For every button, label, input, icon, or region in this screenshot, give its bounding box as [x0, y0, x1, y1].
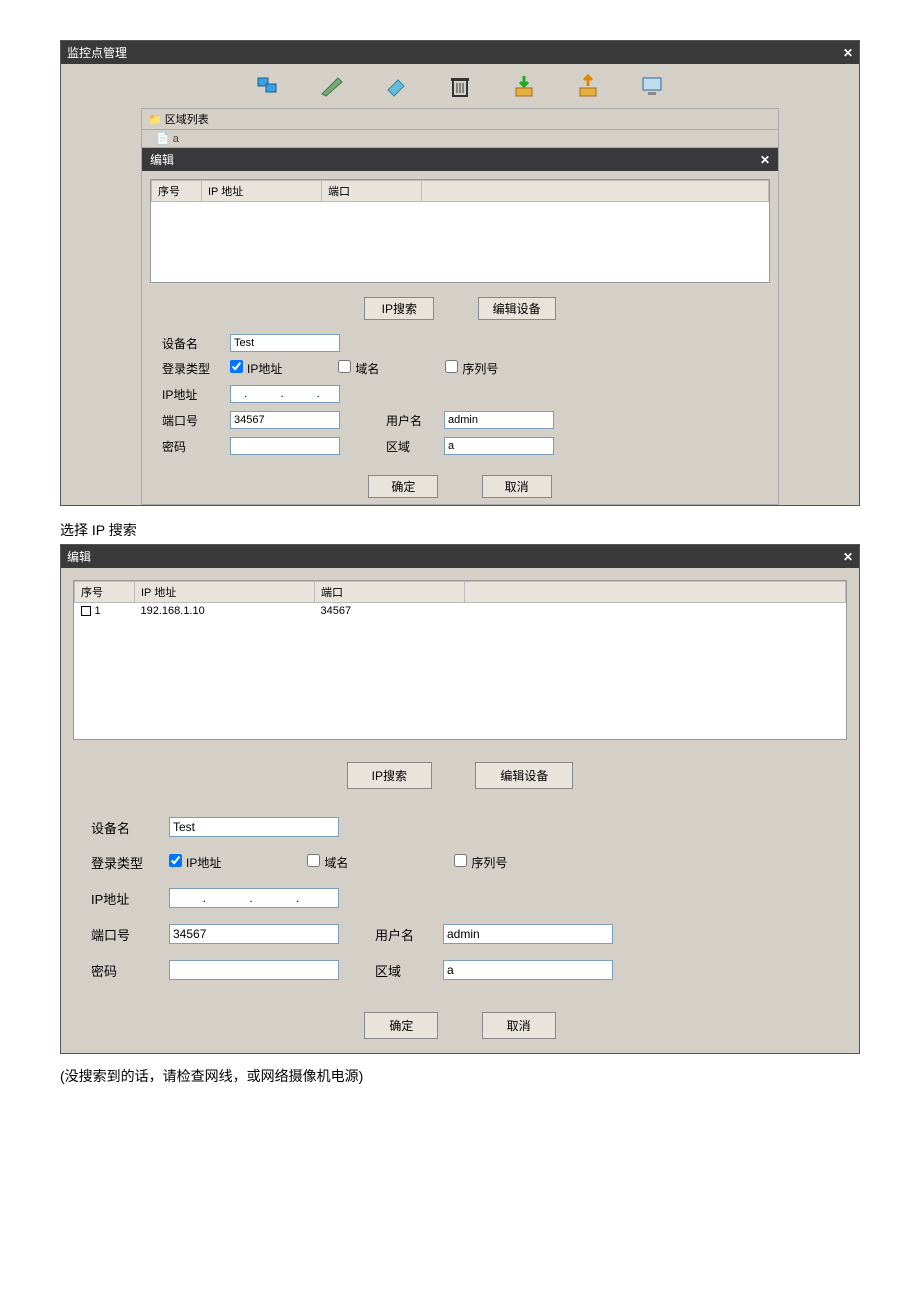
- ip-input[interactable]: [230, 385, 340, 403]
- chk-domain[interactable]: 域名: [307, 854, 348, 871]
- edit-icon[interactable]: [320, 74, 344, 98]
- label-port: 端口号: [91, 925, 161, 944]
- toolbar: [61, 64, 859, 108]
- user-input[interactable]: [443, 924, 613, 944]
- col-port[interactable]: 端口: [322, 181, 422, 202]
- col-port[interactable]: 端口: [315, 582, 465, 603]
- port-input[interactable]: [230, 411, 340, 429]
- label-ip: IP地址: [91, 889, 161, 908]
- device-form: 设备名 登录类型 IP地址 域名 序列号 IP地址 端口号 用户名: [142, 326, 778, 469]
- import-icon[interactable]: [512, 74, 536, 98]
- edit-window: 编辑 ✕ 序号 IP 地址 端口 1 192.168.1.10 34567 IP…: [60, 544, 860, 1054]
- pwd-input[interactable]: [169, 960, 339, 980]
- chk-serial[interactable]: 序列号: [454, 854, 507, 871]
- row-checkbox-icon[interactable]: [81, 606, 91, 616]
- close-icon[interactable]: ✕: [843, 550, 853, 564]
- col-ip[interactable]: IP 地址: [135, 582, 315, 603]
- edit-title: 编辑: [150, 151, 174, 168]
- pwd-input[interactable]: [230, 437, 340, 455]
- label-user: 用户名: [375, 925, 435, 944]
- ok-button[interactable]: 确定: [368, 475, 438, 498]
- window-title: 监控点管理: [67, 44, 127, 61]
- device-name-input[interactable]: [230, 334, 340, 352]
- col-ip[interactable]: IP 地址: [202, 181, 322, 202]
- grid-body[interactable]: [151, 202, 769, 282]
- ip-input[interactable]: [169, 888, 339, 908]
- label-logintype: 登录类型: [162, 360, 222, 377]
- titlebar: 编辑 ✕: [61, 545, 859, 568]
- edit-device-button[interactable]: 编辑设备: [475, 762, 573, 789]
- user-input[interactable]: [444, 411, 554, 429]
- device-grid: 序号 IP 地址 端口 1 192.168.1.10 34567: [73, 580, 847, 740]
- label-region: 区域: [375, 961, 435, 980]
- edit-device-button[interactable]: 编辑设备: [478, 297, 556, 320]
- table-row[interactable]: 1 192.168.1.10 34567: [75, 603, 846, 620]
- device-grid: 序号 IP 地址 端口: [150, 179, 770, 283]
- chk-ip[interactable]: IP地址: [169, 854, 221, 871]
- tree-node-a[interactable]: 📄 a: [142, 130, 778, 148]
- label-ip: IP地址: [162, 386, 222, 403]
- chk-ip[interactable]: IP地址: [230, 360, 282, 377]
- label-pwd: 密码: [91, 961, 161, 980]
- label-devname: 设备名: [162, 335, 222, 352]
- titlebar: 监控点管理 ✕: [61, 41, 859, 64]
- port-input[interactable]: [169, 924, 339, 944]
- grid-body[interactable]: [74, 619, 846, 739]
- export-icon[interactable]: [576, 74, 600, 98]
- trash-icon[interactable]: [448, 74, 472, 98]
- cancel-button[interactable]: 取消: [482, 475, 552, 498]
- caption-select-ip-search: 选择 IP 搜索: [60, 520, 860, 540]
- window-title: 编辑: [67, 548, 91, 565]
- col-seq[interactable]: 序号: [75, 582, 135, 603]
- ip-search-button[interactable]: IP搜索: [364, 297, 434, 320]
- label-region: 区域: [386, 438, 436, 455]
- eraser-icon[interactable]: [384, 74, 408, 98]
- label-logintype: 登录类型: [91, 853, 161, 872]
- ip-search-button[interactable]: IP搜索: [347, 762, 432, 789]
- edit-titlebar: 编辑 ✕: [142, 148, 778, 171]
- region-list-header: 📁 区域列表: [142, 109, 778, 130]
- label-user: 用户名: [386, 412, 436, 429]
- col-seq[interactable]: 序号: [152, 181, 202, 202]
- ok-button[interactable]: 确定: [364, 1012, 438, 1039]
- monitor-point-manager-window: 监控点管理 ✕ 📁 区域列表 📄 a 编辑 ✕ 序号 IP 地址 端口: [60, 40, 860, 506]
- col-blank: [422, 181, 769, 202]
- region-input[interactable]: [443, 960, 613, 980]
- col-blank: [465, 582, 846, 603]
- chk-domain[interactable]: 域名: [338, 360, 379, 377]
- label-devname: 设备名: [91, 818, 161, 837]
- screens-icon[interactable]: [256, 74, 280, 98]
- cancel-button[interactable]: 取消: [482, 1012, 556, 1039]
- label-pwd: 密码: [162, 438, 222, 455]
- close-icon[interactable]: ✕: [843, 46, 853, 60]
- label-port: 端口号: [162, 412, 222, 429]
- region-input[interactable]: [444, 437, 554, 455]
- device-icon[interactable]: [640, 74, 664, 98]
- close-icon[interactable]: ✕: [760, 153, 770, 167]
- caption-no-result-hint: (没搜索到的话，请检查网线，或网络摄像机电源): [60, 1066, 860, 1086]
- chk-serial[interactable]: 序列号: [445, 360, 498, 377]
- device-name-input[interactable]: [169, 817, 339, 837]
- device-form: 设备名 登录类型 IP地址 域名 序列号 IP地址 端口号 用户名 密码 区域: [61, 799, 859, 998]
